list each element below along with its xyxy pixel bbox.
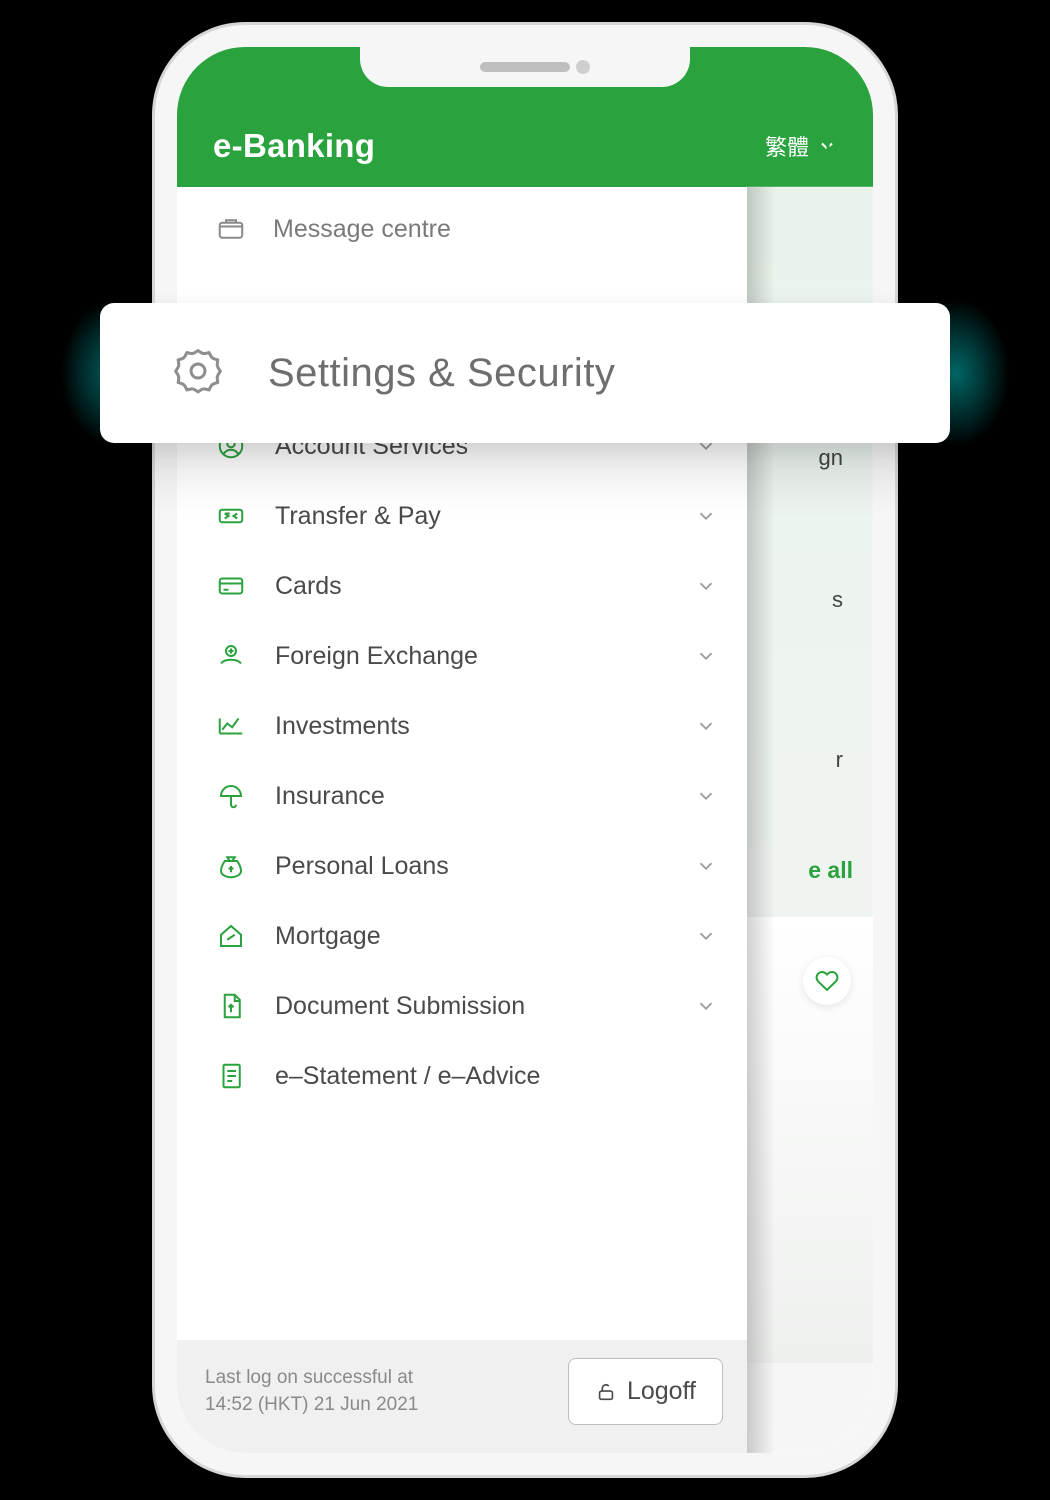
menu-label: Cards: [275, 572, 669, 601]
bg-text-fragment: gn: [819, 445, 843, 471]
app-title: e-Banking: [213, 127, 375, 165]
drawer-footer: Last log on successful at 14:52 (HKT) 21…: [177, 1340, 747, 1453]
menu-item-document-submission[interactable]: Document Submission: [177, 971, 747, 1041]
chevron-down-icon: [695, 505, 717, 527]
settings-security-highlight[interactable]: Settings & Security: [100, 303, 950, 443]
house-percent-icon: [213, 918, 249, 954]
inbox-icon: [213, 211, 249, 247]
chart-line-icon: [213, 708, 249, 744]
menu-label: Mortgage: [275, 922, 669, 951]
menu-item-estatement[interactable]: e–Statement / e–Advice: [177, 1041, 747, 1111]
menu-label: Foreign Exchange: [275, 642, 669, 671]
chevron-down-icon: [695, 785, 717, 807]
menu-item-mortgage[interactable]: Mortgage: [177, 901, 747, 971]
menu-item-insurance[interactable]: Insurance: [177, 761, 747, 831]
menu-item-message-centre[interactable]: Message centre: [177, 187, 747, 271]
logoff-button[interactable]: Logoff: [568, 1358, 723, 1425]
document-upload-icon: [213, 988, 249, 1024]
logoff-label: Logoff: [627, 1377, 696, 1406]
money-bag-icon: [213, 848, 249, 884]
chevron-down-icon: [695, 715, 717, 737]
phone-notch: [360, 47, 690, 87]
bg-text-fragment: r: [836, 747, 843, 773]
menu-label: Transfer & Pay: [275, 502, 669, 531]
unlock-icon: [595, 1381, 617, 1403]
document-lines-icon: [213, 1058, 249, 1094]
bg-text-fragment: s: [832, 587, 843, 613]
phone-frame: H e-Banking 繁體 Edit gn s r e all Message…: [155, 25, 895, 1475]
fx-hand-icon: [213, 638, 249, 674]
bg-see-all-link[interactable]: e all: [808, 857, 853, 884]
umbrella-icon: [213, 778, 249, 814]
menu-item-investments[interactable]: Investments: [177, 691, 747, 761]
favorite-heart-icon[interactable]: [803, 957, 851, 1005]
settings-security-label: Settings & Security: [268, 351, 615, 396]
menu-item-foreign-exchange[interactable]: Foreign Exchange: [177, 621, 747, 691]
menu-label: Personal Loans: [275, 852, 669, 881]
chevron-down-icon: [695, 925, 717, 947]
menu-item-cards[interactable]: Cards: [177, 551, 747, 621]
chevron-down-icon: [695, 855, 717, 877]
menu-label: e–Statement / e–Advice: [275, 1062, 717, 1091]
menu-label: Investments: [275, 712, 669, 741]
chat-fab-icon[interactable]: H: [811, 127, 855, 171]
menu-item-transfer-pay[interactable]: Transfer & Pay: [177, 481, 747, 551]
menu-label: Insurance: [275, 782, 669, 811]
menu-label: Document Submission: [275, 992, 669, 1021]
gear-shield-icon: [172, 345, 224, 402]
language-label: 繁體: [765, 130, 809, 162]
message-centre-label: Message centre: [273, 215, 451, 244]
chevron-down-icon: [695, 575, 717, 597]
chevron-down-icon: [695, 645, 717, 667]
transfer-icon: [213, 498, 249, 534]
menu-list: Account Services Transfer & Pay Cards Fo…: [177, 411, 747, 1340]
last-logon-text: Last log on successful at 14:52 (HKT) 21…: [205, 1365, 418, 1418]
menu-item-personal-loans[interactable]: Personal Loans: [177, 831, 747, 901]
card-icon: [213, 568, 249, 604]
chevron-down-icon: [695, 995, 717, 1017]
screen: H e-Banking 繁體 Edit gn s r e all Message…: [177, 47, 873, 1453]
